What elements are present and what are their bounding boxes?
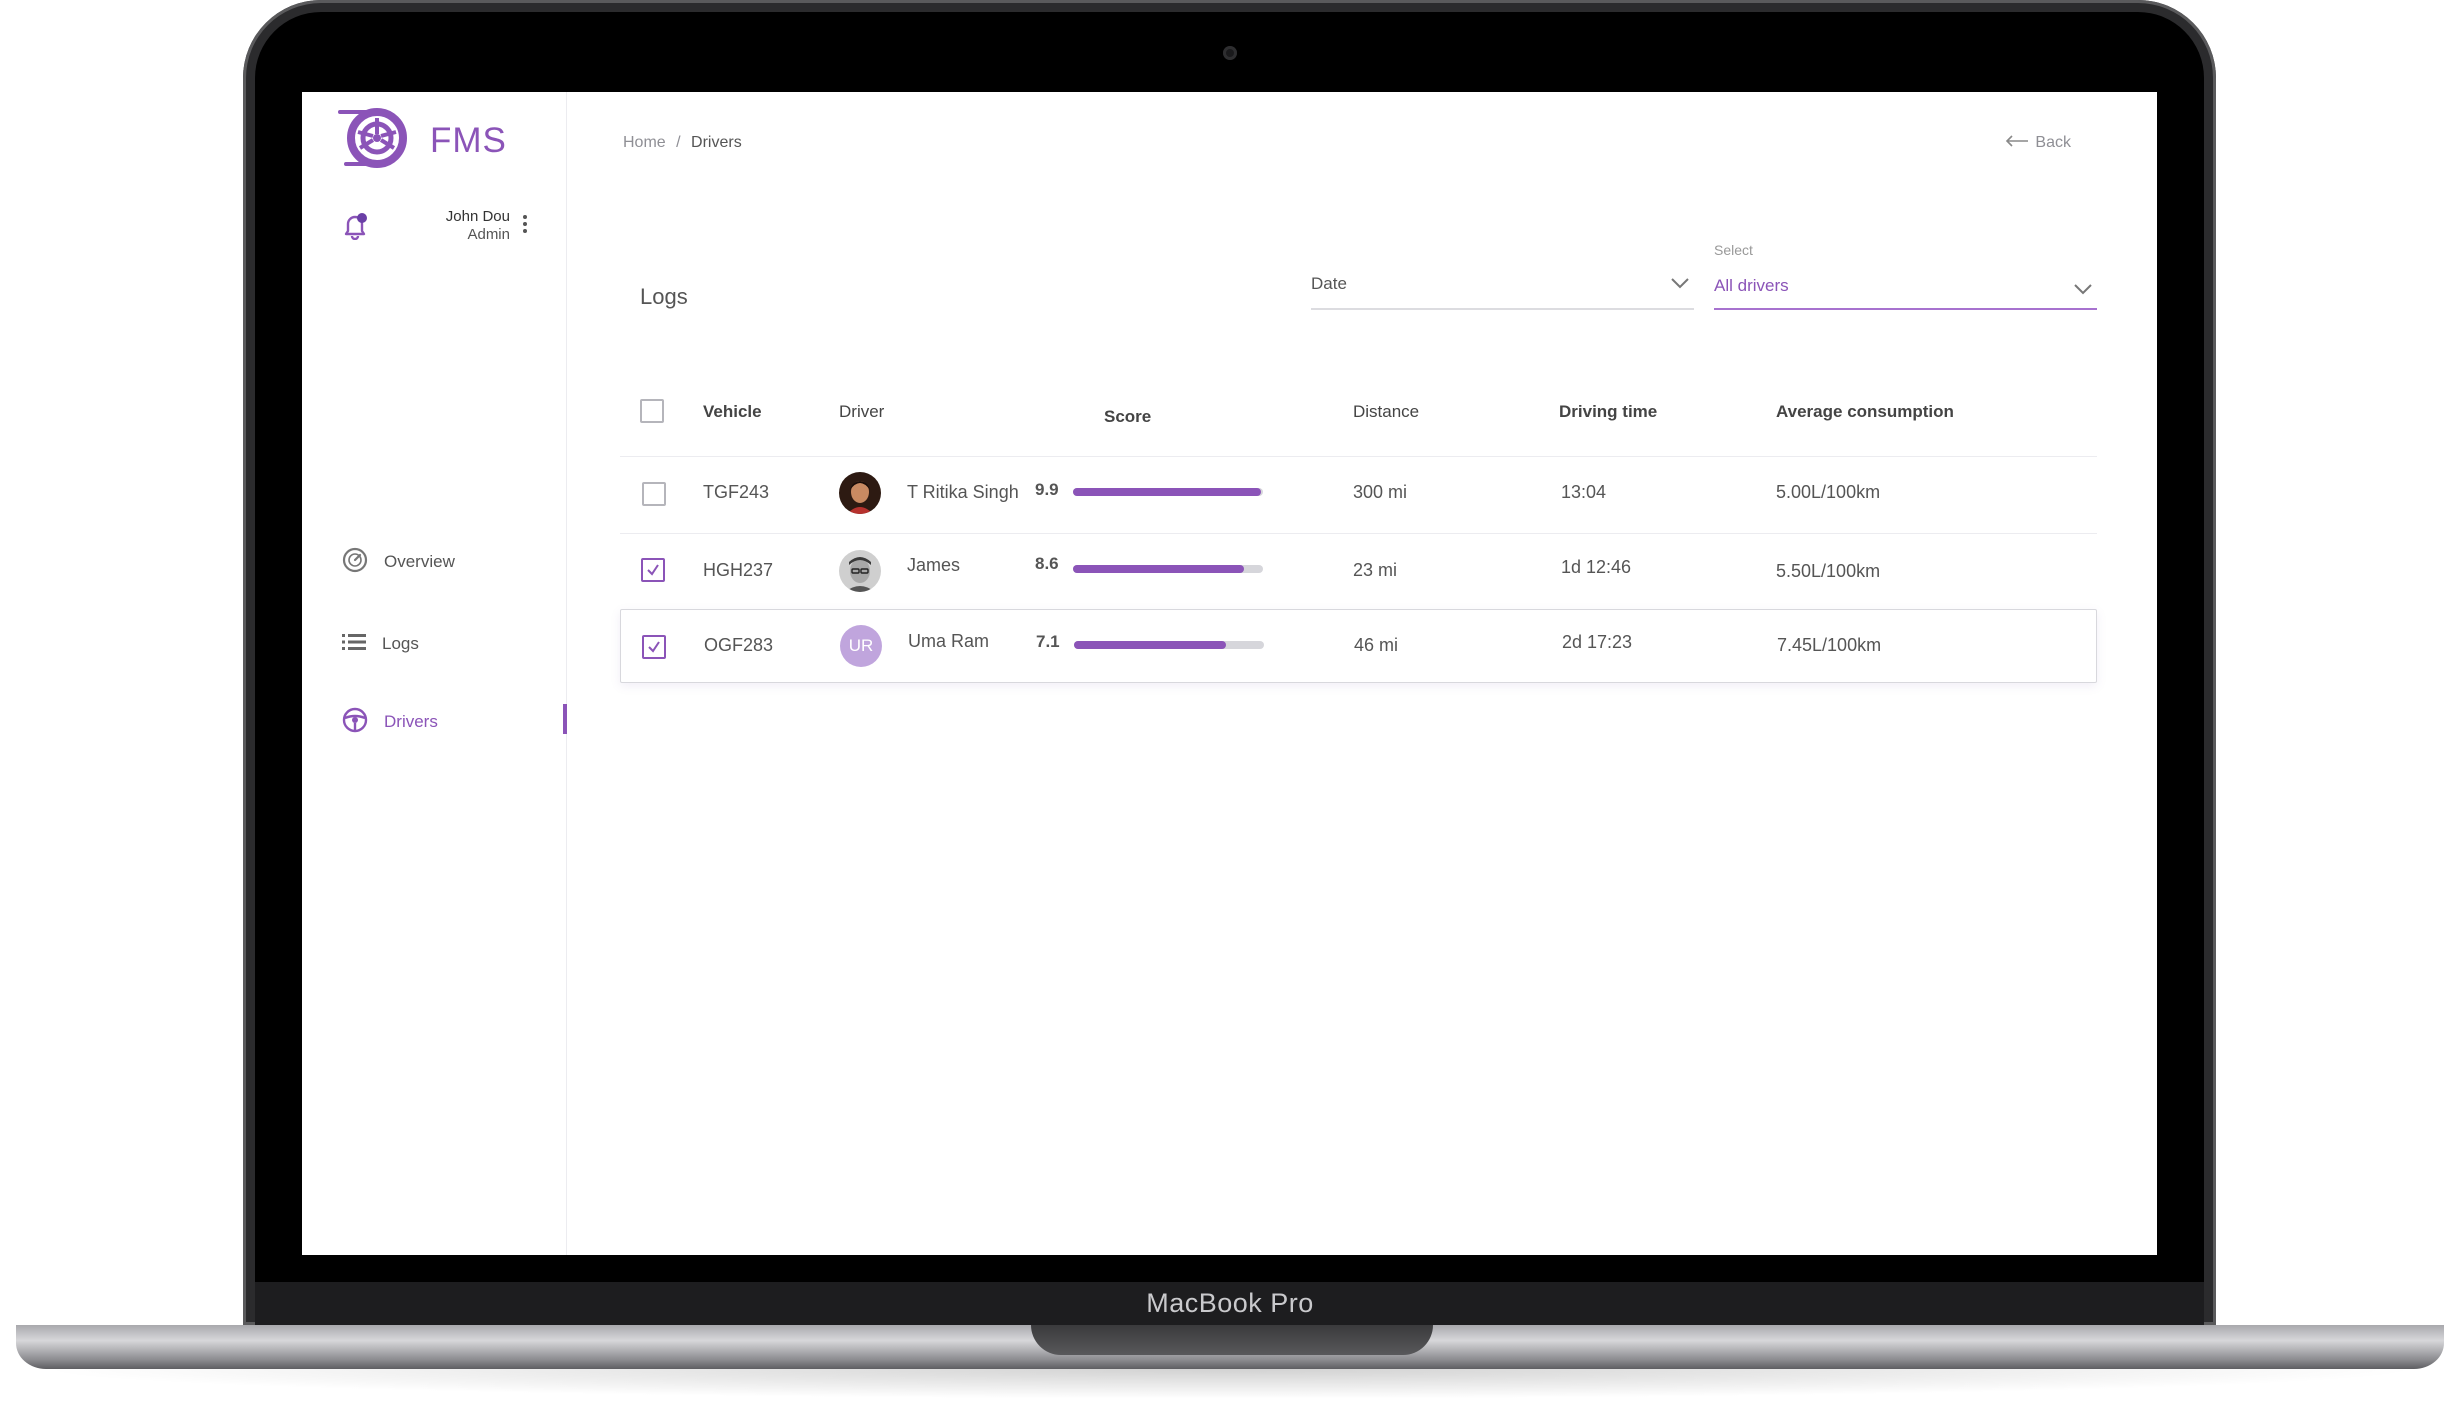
avg-consumption-cell: 5.00L/100km xyxy=(1776,482,1881,502)
device-brand-label: MacBook Pro xyxy=(1146,1288,1314,1318)
active-nav-indicator xyxy=(563,704,567,734)
sidebar-item-drivers[interactable]: Drivers xyxy=(342,704,542,740)
column-header-vehicle[interactable]: Vehicle xyxy=(703,402,762,422)
score-bar-fill xyxy=(1073,565,1244,573)
sidebar-item-label: Overview xyxy=(384,552,455,571)
app-logo[interactable]: FMS xyxy=(336,106,507,175)
score-bar xyxy=(1073,488,1263,496)
column-header-score[interactable]: Score xyxy=(1104,407,1151,427)
breadcrumb-separator: / xyxy=(676,134,681,151)
score-value: 8.6 xyxy=(1035,554,1059,573)
score-bar-fill xyxy=(1074,641,1226,649)
avatar: UR xyxy=(840,625,882,667)
column-header-driver[interactable]: Driver xyxy=(839,402,884,422)
list-icon xyxy=(342,632,366,657)
avg-consumption-cell: 7.45L/100km xyxy=(1777,635,1882,655)
select-all-checkbox[interactable] xyxy=(640,399,664,423)
column-header-driving-time[interactable]: Driving time xyxy=(1559,402,1657,422)
table-row-selected[interactable]: OGF283 UR Uma Ram 7.1 46 mi 2d 17:23 7.4… xyxy=(620,609,2097,683)
score-bar-fill xyxy=(1073,488,1262,496)
table-row[interactable]: TGF243 T Ritika Singh 9.9 300 mi 13:04 5… xyxy=(620,457,2097,531)
breadcrumb-home[interactable]: Home xyxy=(623,134,666,151)
speedometer-icon xyxy=(342,547,368,578)
user-name: John Dou xyxy=(445,208,510,225)
section-title: Logs xyxy=(640,284,688,309)
date-filter-select[interactable]: Date xyxy=(1311,270,1694,310)
distance-cell: 300 mi xyxy=(1353,482,1408,502)
user-role: Admin xyxy=(467,226,510,243)
user-menu-icon[interactable] xyxy=(522,214,528,239)
score-value: 9.9 xyxy=(1035,480,1059,499)
back-button[interactable]: Back xyxy=(2005,134,2071,152)
driver-filter-label: Select xyxy=(1714,242,1753,258)
score-bar xyxy=(1073,565,1263,573)
steering-wheel-icon xyxy=(342,707,368,738)
row-checkbox[interactable] xyxy=(641,558,665,582)
row-checkbox[interactable] xyxy=(642,482,666,506)
chevron-down-icon xyxy=(1670,276,1690,294)
vehicle-cell: TGF243 xyxy=(703,482,770,502)
sidebar: FMS John Dou Admin Overview Logs Drivers xyxy=(302,92,567,1255)
driver-filter-value: All drivers xyxy=(1714,276,1789,295)
driver-filter-select[interactable]: Select All drivers xyxy=(1714,242,2097,310)
notification-bell-icon[interactable] xyxy=(342,212,368,245)
sidebar-item-overview[interactable]: Overview xyxy=(342,544,542,580)
driving-time-cell: 1d 12:46 xyxy=(1561,557,1632,577)
column-header-distance[interactable]: Distance xyxy=(1353,402,1419,422)
date-filter-value: Date xyxy=(1311,274,1347,293)
driving-time-cell: 13:04 xyxy=(1561,482,1607,502)
laptop-notch xyxy=(1031,1325,1433,1355)
driver-name: T Ritika Singh xyxy=(907,482,1019,502)
score-value: 7.1 xyxy=(1036,632,1060,651)
camera-icon xyxy=(1223,46,1237,60)
app-name: FMS xyxy=(430,120,507,160)
vehicle-cell: OGF283 xyxy=(704,635,774,655)
avg-consumption-cell: 5.50L/100km xyxy=(1776,561,1881,581)
distance-cell: 23 mi xyxy=(1353,560,1398,580)
score-bar xyxy=(1074,641,1264,649)
row-checkbox[interactable] xyxy=(642,635,666,659)
breadcrumb-current: Drivers xyxy=(691,134,742,151)
check-icon xyxy=(647,564,659,576)
breadcrumb: Home / Drivers xyxy=(623,134,742,152)
avatar xyxy=(839,550,881,592)
app-screen: FMS John Dou Admin Overview Logs Drivers… xyxy=(302,92,2157,1255)
main-content: Home / Drivers Back Logs Date Select All… xyxy=(568,92,2157,1255)
distance-cell: 46 mi xyxy=(1354,635,1399,655)
sidebar-item-label: Drivers xyxy=(384,712,438,731)
driver-name: James xyxy=(907,555,961,575)
vehicle-cell: HGH237 xyxy=(703,560,774,580)
driving-time-cell: 2d 17:23 xyxy=(1562,632,1633,652)
wheel-logo-icon xyxy=(336,106,412,175)
check-icon xyxy=(648,641,660,653)
column-header-avg-consumption[interactable]: Average consumption xyxy=(1776,402,1954,422)
avatar xyxy=(839,472,881,514)
sidebar-item-logs[interactable]: Logs xyxy=(342,626,542,662)
laptop-shadow xyxy=(30,1369,2430,1399)
back-label: Back xyxy=(2035,134,2071,151)
driver-name: Uma Ram xyxy=(908,631,990,651)
table-row[interactable]: HGH237 James 8.6 23 mi 1d 12:46 5.50L/10… xyxy=(620,534,2097,608)
chevron-down-icon xyxy=(2073,282,2093,300)
arrow-left-icon xyxy=(2005,134,2035,152)
sidebar-item-label: Logs xyxy=(382,634,419,653)
user-block: John Dou Admin xyxy=(342,208,552,248)
